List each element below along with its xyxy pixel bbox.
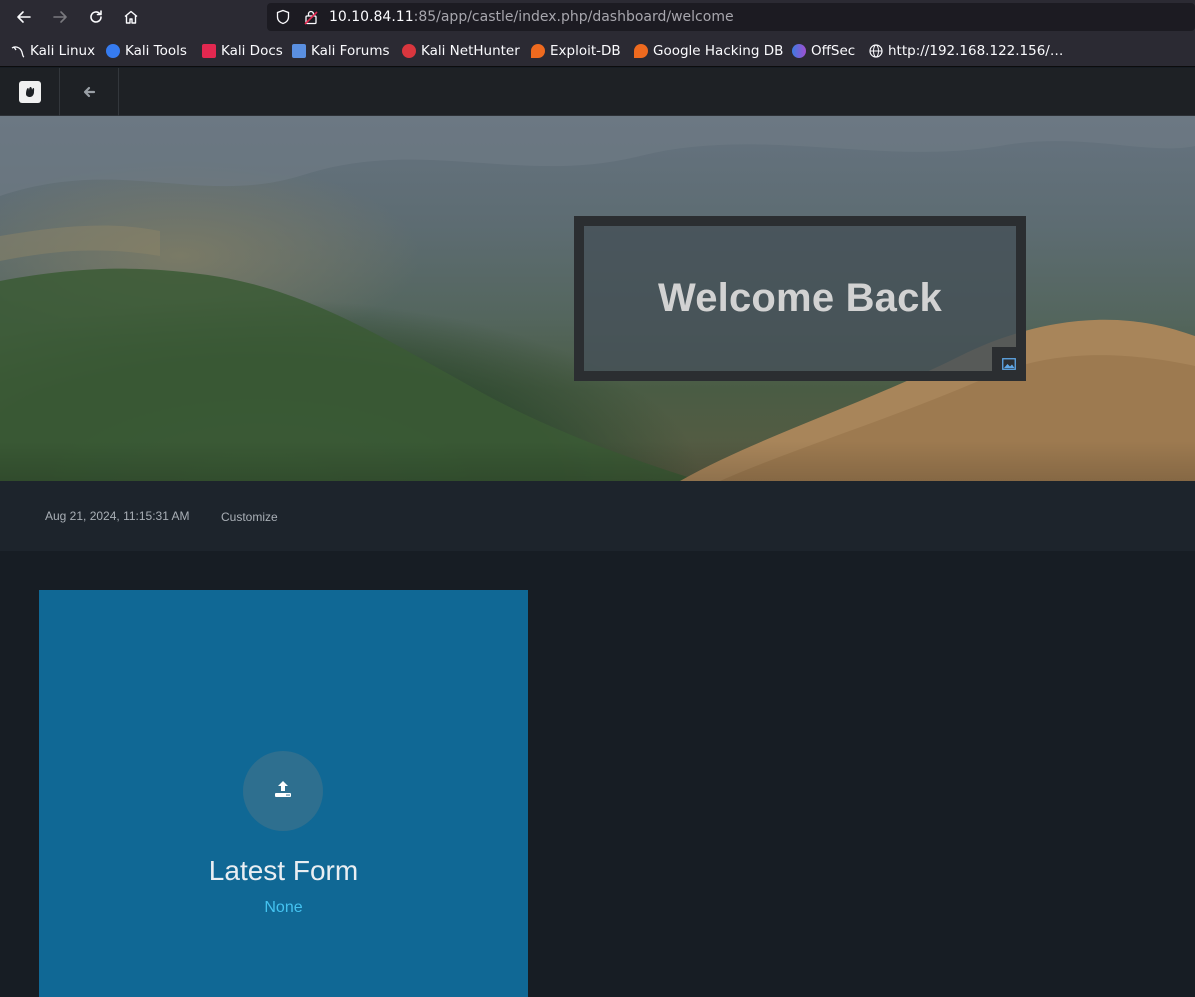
bookmark-kali-docs[interactable]: Kali Docs (202, 43, 283, 59)
kali-forums-icon (292, 44, 306, 58)
browser-toolbar: 10.10.84.11:85/app/castle/index.php/dash… (0, 0, 1195, 34)
forward-arrow-icon[interactable] (48, 5, 72, 29)
offsec-icon (792, 44, 806, 58)
bookmark-kali-linux[interactable]: Kali Linux (11, 43, 95, 59)
back-arrow-icon[interactable] (12, 5, 36, 29)
bookmarks-toolbar: Kali Linux Kali Tools Kali Docs Kali For… (0, 34, 1195, 67)
bookmark-kali-nethunter[interactable]: Kali NetHunter (402, 43, 520, 59)
concrete-hand-logo-icon (18, 81, 41, 103)
upload-icon (272, 778, 294, 804)
app-toolbar (0, 68, 1195, 116)
app-logo-button[interactable] (0, 68, 60, 116)
exploit-db-icon (531, 44, 545, 58)
kali-tools-icon (106, 44, 120, 58)
bookmark-exploit-db[interactable]: Exploit-DB (531, 43, 621, 59)
kali-dragon-icon (11, 44, 25, 58)
bookmark-offsec[interactable]: OffSec (792, 43, 855, 59)
hero-banner: Welcome Back (0, 116, 1195, 481)
back-arrow-icon[interactable] (60, 68, 119, 116)
last-login-timestamp: Aug 21, 2024, 11:15:31 AM (45, 509, 190, 523)
bookmark-ip-address[interactable]: http://192.168.122.156/… (869, 43, 1063, 59)
kali-nethunter-icon (402, 44, 416, 58)
change-image-button[interactable] (992, 347, 1026, 381)
latest-form-card[interactable]: Latest Form None (39, 590, 528, 997)
bookmark-google-hacking-db[interactable]: Google Hacking DB (634, 43, 783, 59)
kali-docs-icon (202, 44, 216, 58)
home-icon[interactable] (119, 5, 143, 29)
bookmark-kali-tools[interactable]: Kali Tools (106, 43, 187, 59)
reload-icon[interactable] (84, 5, 108, 29)
bookmark-kali-forums[interactable]: Kali Forums (292, 43, 390, 59)
address-bar[interactable]: 10.10.84.11:85/app/castle/index.php/dash… (267, 3, 1195, 31)
image-icon (1002, 355, 1016, 374)
dashboard-info-bar: Aug 21, 2024, 11:15:31 AM Customize (0, 481, 1195, 551)
hero-shadow (0, 441, 1195, 481)
card-value[interactable]: None (39, 899, 528, 917)
welcome-title: Welcome Back (657, 276, 943, 320)
customize-link[interactable]: Customize (221, 510, 278, 524)
shield-icon[interactable] (275, 9, 291, 29)
welcome-box: Welcome Back (574, 216, 1026, 381)
url-text[interactable]: 10.10.84.11:85/app/castle/index.php/dash… (329, 9, 734, 25)
globe-icon (869, 44, 883, 58)
ghdb-icon (634, 44, 648, 58)
insecure-lock-icon[interactable] (303, 9, 319, 29)
card-title: Latest Form (208, 855, 359, 886)
upload-icon-circle (243, 751, 323, 831)
